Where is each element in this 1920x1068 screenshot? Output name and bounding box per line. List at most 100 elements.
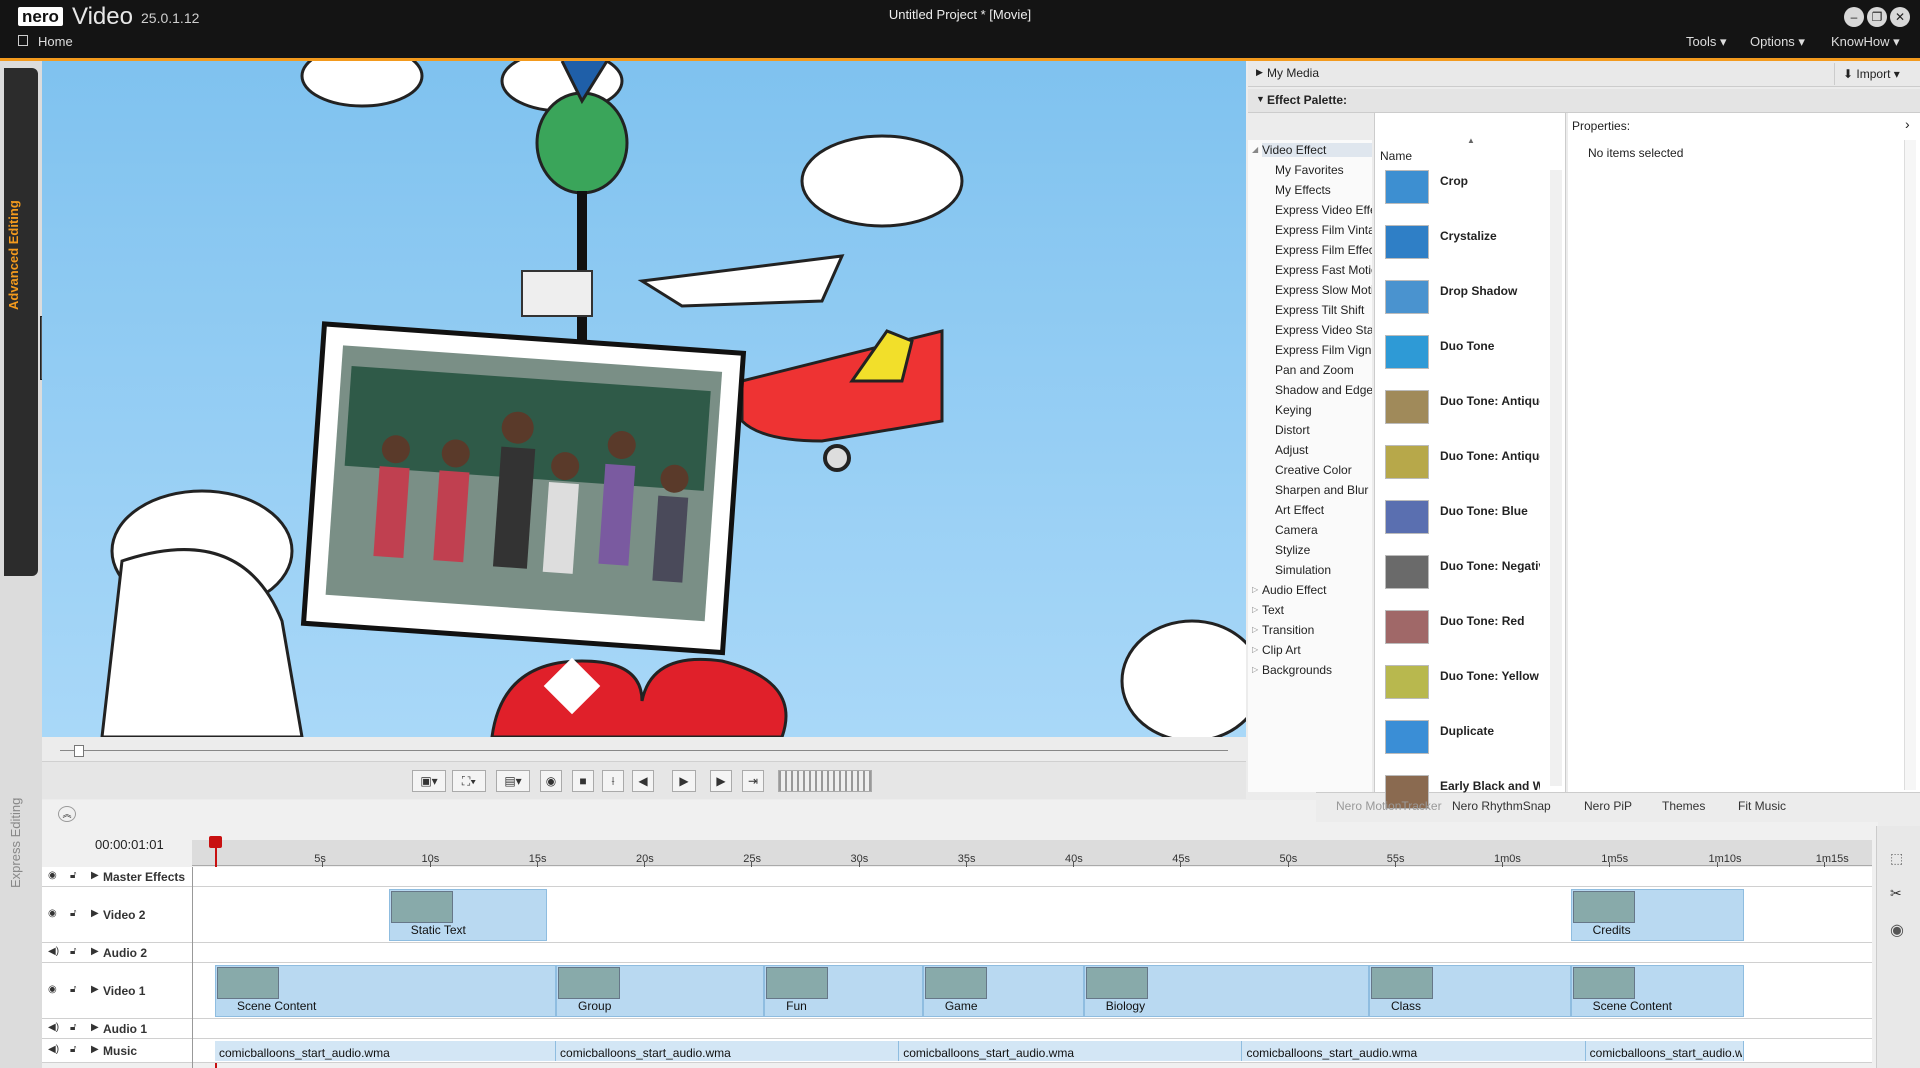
effect-category[interactable]: Audio Effect bbox=[1262, 583, 1372, 597]
effect-thumbnail[interactable] bbox=[1385, 170, 1429, 204]
fullscreen-icon[interactable]: ⛶▾ bbox=[452, 770, 486, 792]
effect-category[interactable]: Text bbox=[1262, 603, 1372, 617]
effect-subcategory[interactable]: Express Film Vignette bbox=[1275, 343, 1372, 357]
tab-advanced-editing[interactable] bbox=[4, 68, 38, 576]
video1-clip-thumbnail[interactable] bbox=[558, 967, 621, 999]
effect-subcategory[interactable]: Shadow and Edges bbox=[1275, 383, 1372, 397]
effect-subcategory[interactable]: Creative Color bbox=[1275, 463, 1372, 477]
effect-thumbnail[interactable] bbox=[1385, 335, 1429, 369]
home-link[interactable]: Home bbox=[38, 34, 73, 49]
effect-subcategory[interactable]: Pan and Zoom bbox=[1275, 363, 1372, 377]
effect-name[interactable]: Duo Tone bbox=[1440, 339, 1540, 353]
effect-category[interactable]: Video Effect bbox=[1262, 143, 1372, 157]
scrubber-handle[interactable] bbox=[74, 745, 84, 757]
timeline-tool-button[interactable]: Nero MotionTracker bbox=[1336, 799, 1442, 813]
end-icon[interactable]: ⇥ bbox=[742, 770, 764, 792]
my-media-header[interactable]: ▶ My Media bbox=[1248, 61, 1920, 87]
video2-clip-thumbnail[interactable] bbox=[390, 891, 453, 923]
lock-icon[interactable]: 🔓︎ bbox=[70, 1022, 76, 1033]
track-expand-icon[interactable]: ▶ bbox=[91, 870, 99, 881]
track-expand-icon[interactable]: ▶ bbox=[91, 984, 99, 995]
video1-clip-thumbnail[interactable] bbox=[1371, 967, 1433, 999]
video1-clip-thumbnail[interactable] bbox=[217, 967, 279, 999]
jog-shuttle[interactable] bbox=[778, 770, 872, 792]
timeline-tool-button[interactable]: Nero RhythmSnap bbox=[1452, 799, 1551, 813]
collapse-timeline-icon[interactable]: ︽ bbox=[58, 806, 76, 822]
play-icon[interactable]: ▶ bbox=[672, 770, 696, 792]
lock-icon[interactable]: 🔓︎ bbox=[70, 946, 76, 957]
speaker-icon[interactable]: ◀) bbox=[48, 1044, 59, 1055]
eye-icon[interactable]: ◉ bbox=[48, 870, 57, 881]
effect-category[interactable]: Clip Art bbox=[1262, 643, 1372, 657]
speaker-icon[interactable]: ◀) bbox=[48, 1022, 59, 1033]
effect-subcategory[interactable]: Express Video Stabilization bbox=[1275, 323, 1372, 337]
split-icon[interactable]: ⟊ bbox=[602, 770, 624, 792]
speaker-icon[interactable]: ◀) bbox=[48, 946, 59, 957]
effect-subcategory[interactable]: Art Effect bbox=[1275, 503, 1372, 517]
timeline-tool-button[interactable]: Fit Music bbox=[1738, 799, 1786, 813]
aspect-ratio-icon[interactable]: ▤▾ bbox=[496, 770, 530, 792]
track-expand-icon[interactable]: ▶ bbox=[91, 946, 99, 957]
razor-tool-icon[interactable]: ✂ bbox=[1890, 885, 1902, 902]
expand-arrow-icon[interactable]: ◢ bbox=[1252, 145, 1258, 154]
preview-scrubber[interactable] bbox=[42, 737, 1246, 761]
effect-thumbnail[interactable] bbox=[1385, 500, 1429, 534]
effect-subcategory[interactable]: Express Video Effects bbox=[1275, 203, 1372, 217]
effect-thumbnail[interactable] bbox=[1385, 555, 1429, 589]
effect-list-scrollbar[interactable] bbox=[1550, 170, 1562, 786]
effect-subcategory[interactable]: Keying bbox=[1275, 403, 1372, 417]
effect-thumbnail[interactable] bbox=[1385, 280, 1429, 314]
expand-arrow-icon[interactable]: ▷ bbox=[1252, 585, 1258, 594]
expand-arrow-icon[interactable]: ▷ bbox=[1252, 625, 1258, 634]
effect-subcategory[interactable]: Express Slow Motion bbox=[1275, 283, 1372, 297]
menu-knowhow[interactable]: KnowHow ▾ bbox=[1831, 34, 1900, 50]
track-expand-icon[interactable]: ▶ bbox=[91, 1044, 99, 1055]
eye-icon[interactable]: ◉ bbox=[48, 908, 57, 919]
scrubber-track[interactable] bbox=[60, 750, 1228, 751]
effect-thumbnail[interactable] bbox=[1385, 665, 1429, 699]
timeline-tool-button[interactable]: Themes bbox=[1662, 799, 1705, 813]
effect-palette-header[interactable]: ▼ Effect Palette: bbox=[1248, 89, 1920, 113]
effect-thumbnail[interactable] bbox=[1385, 610, 1429, 644]
effect-name[interactable]: Duo Tone: Yellow bbox=[1440, 669, 1540, 683]
minimize-button[interactable]: – bbox=[1844, 7, 1864, 27]
effect-name[interactable]: Drop Shadow bbox=[1440, 284, 1540, 298]
effect-name[interactable]: Crystalize bbox=[1440, 229, 1540, 243]
home-icon[interactable] bbox=[18, 35, 28, 46]
video1-clip-thumbnail[interactable] bbox=[1572, 967, 1635, 999]
effect-name[interactable]: Duo Tone: Blue bbox=[1440, 504, 1540, 518]
effect-category[interactable]: Transition bbox=[1262, 623, 1372, 637]
timeline-tool-button[interactable]: Nero PiP bbox=[1584, 799, 1632, 813]
effect-subcategory[interactable]: Distort bbox=[1275, 423, 1372, 437]
expand-arrow-icon[interactable]: ▷ bbox=[1252, 665, 1258, 674]
effect-subcategory[interactable]: Express Tilt Shift bbox=[1275, 303, 1372, 317]
video1-clip-thumbnail[interactable] bbox=[766, 967, 829, 999]
track-expand-icon[interactable]: ▶ bbox=[91, 908, 99, 919]
video-preview[interactable] bbox=[42, 61, 1246, 737]
effect-name[interactable]: Duo Tone: Red bbox=[1440, 614, 1540, 628]
effect-subcategory[interactable]: Camera bbox=[1275, 523, 1372, 537]
display-mode-icon[interactable]: ▣▾ bbox=[412, 770, 446, 792]
effect-thumbnail[interactable] bbox=[1385, 225, 1429, 259]
track-expand-icon[interactable]: ▶ bbox=[91, 1022, 99, 1033]
effect-thumbnail[interactable] bbox=[1385, 720, 1429, 754]
menu-tools[interactable]: Tools ▾ bbox=[1686, 34, 1727, 50]
effect-thumbnail[interactable] bbox=[1385, 390, 1429, 424]
expand-arrow-icon[interactable]: ▷ bbox=[1252, 645, 1258, 654]
tab-express-editing[interactable]: Express Editing bbox=[8, 788, 23, 888]
snapshot-icon[interactable]: ◉ bbox=[540, 770, 562, 792]
effect-subcategory[interactable]: Sharpen and Blur bbox=[1275, 483, 1372, 497]
stop-icon[interactable]: ■ bbox=[572, 770, 594, 792]
effect-name[interactable]: Duo Tone: Negative bbox=[1440, 559, 1540, 573]
effect-subcategory[interactable]: Simulation bbox=[1275, 563, 1372, 577]
lock-icon[interactable]: 🔓︎ bbox=[70, 908, 76, 919]
effect-subcategory[interactable]: Adjust bbox=[1275, 443, 1372, 457]
video2-clip-thumbnail[interactable] bbox=[1572, 891, 1635, 923]
effect-thumbnail[interactable] bbox=[1385, 445, 1429, 479]
effect-subcategory[interactable]: Express Film Vintage bbox=[1275, 223, 1372, 237]
next-frame-icon[interactable]: ▶ bbox=[710, 770, 732, 792]
effect-subcategory[interactable]: My Effects bbox=[1275, 183, 1372, 197]
effect-name[interactable]: Duo Tone: Antique bbox=[1440, 449, 1540, 463]
effect-subcategory[interactable]: Stylize bbox=[1275, 543, 1372, 557]
import-button[interactable]: ⬇ Import ▾ bbox=[1834, 63, 1914, 85]
